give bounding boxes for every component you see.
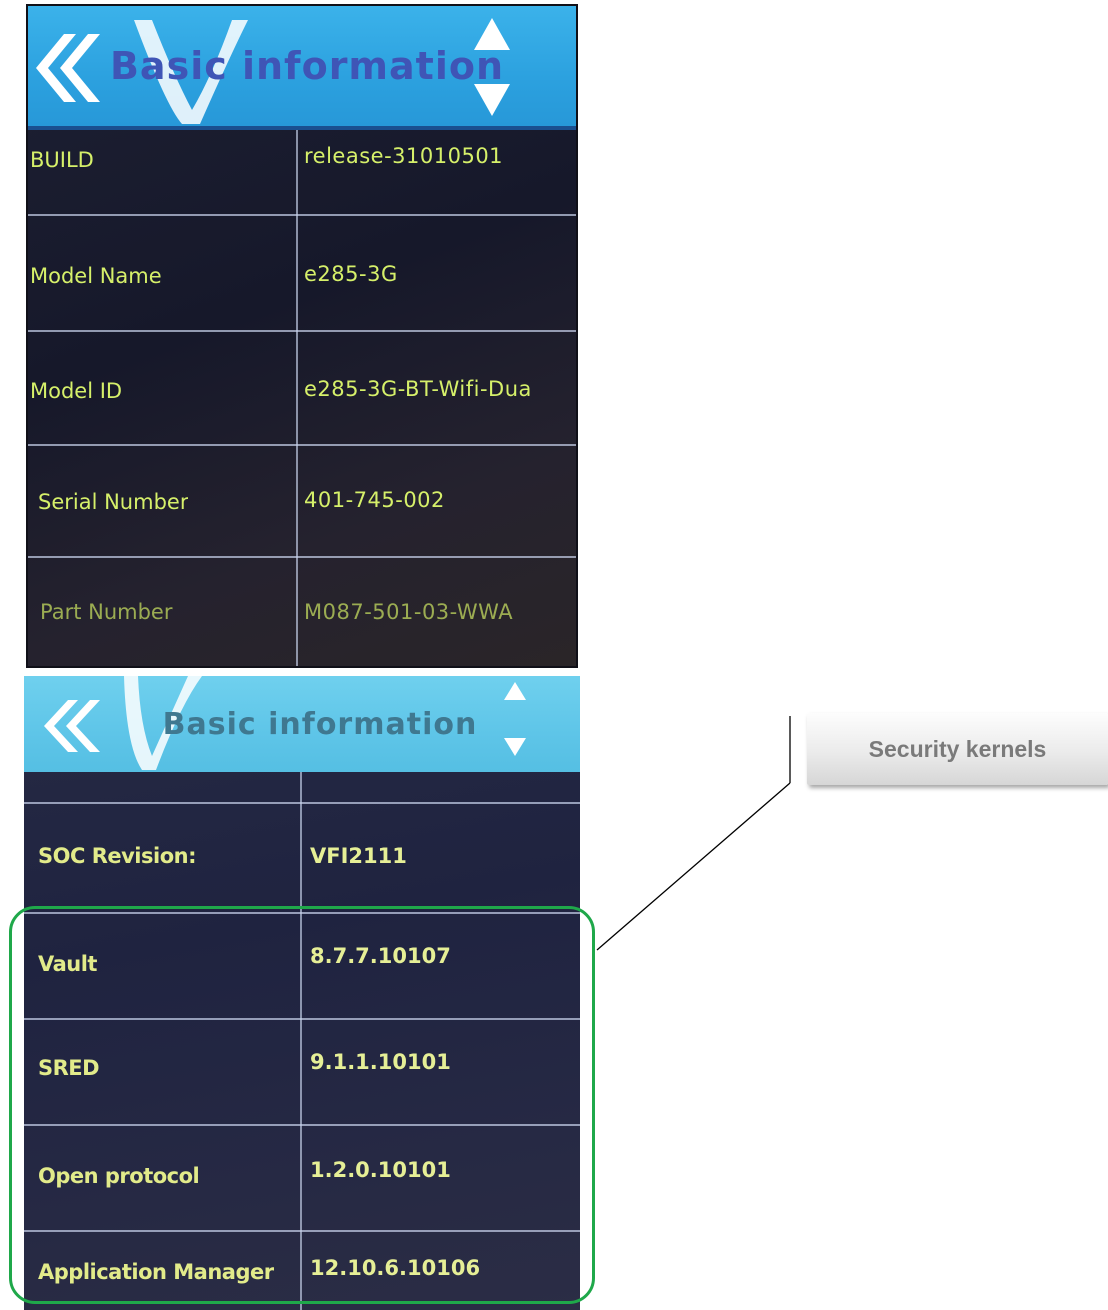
info-value: release-31010501 (304, 144, 504, 168)
scroll-down-arrow-icon[interactable] (502, 736, 528, 758)
callout-label: Security kernels (868, 735, 1047, 762)
info-value: 9.1.1.10101 (310, 1050, 451, 1074)
info-row: SOC Revision: VFI2111 (24, 804, 580, 912)
info-row: Model ID e285-3G-BT-Wifi-Dua (28, 332, 576, 446)
info-row: Serial Number 401-745-002 (28, 446, 576, 556)
info-value: VFI2111 (310, 844, 407, 868)
info-row: Application Manager 12.10.6.10106 (24, 1232, 580, 1310)
info-label: SRED (38, 1056, 100, 1080)
page-title: Basic information (162, 706, 478, 742)
scroll-up-arrow-icon[interactable] (502, 680, 528, 702)
back-double-chevron-icon[interactable] (30, 28, 100, 108)
info-label: SOC Revision: (38, 844, 196, 868)
info-label: Application Manager (38, 1260, 274, 1284)
info-label: Model Name (30, 264, 162, 288)
device-screen-top: Basic information BUILD release-31010501… (26, 4, 578, 668)
info-row: SRED 9.1.1.10101 (24, 1020, 580, 1124)
screen-header: Basic information (28, 6, 576, 130)
info-label: Vault (38, 952, 97, 976)
info-label: Part Number (40, 600, 173, 624)
page-title: Basic information (109, 44, 505, 88)
info-row: Model Name e285-3G (28, 216, 576, 332)
callout-label-box: Security kernels (807, 713, 1108, 785)
info-value: 1.2.0.10101 (310, 1158, 451, 1182)
info-row: BUILD release-31010501 (28, 130, 576, 216)
info-row: Part Number M087-501-03-WWA (28, 558, 576, 666)
info-label: Serial Number (38, 490, 189, 514)
info-value: M087-501-03-WWA (304, 600, 514, 624)
info-label: Model ID (30, 379, 123, 403)
screen-header: Basic information (24, 676, 580, 772)
device-screen-bottom: Basic information SOC Revision: VFI2111 … (24, 676, 580, 1310)
info-value: 12.10.6.10106 (310, 1256, 481, 1280)
info-row: Vault 8.7.7.10107 (24, 914, 580, 1018)
info-value: 8.7.7.10107 (310, 944, 451, 968)
info-row (24, 772, 580, 802)
back-double-chevron-icon[interactable] (38, 696, 102, 756)
info-label: BUILD (30, 148, 94, 172)
info-value: e285-3G-BT-Wifi-Dua (304, 377, 532, 401)
info-row: Open protocol 1.2.0.10101 (24, 1126, 580, 1230)
info-value: 401-745-002 (304, 488, 445, 512)
info-label: Open protocol (38, 1164, 200, 1188)
info-value: e285-3G (304, 262, 398, 286)
